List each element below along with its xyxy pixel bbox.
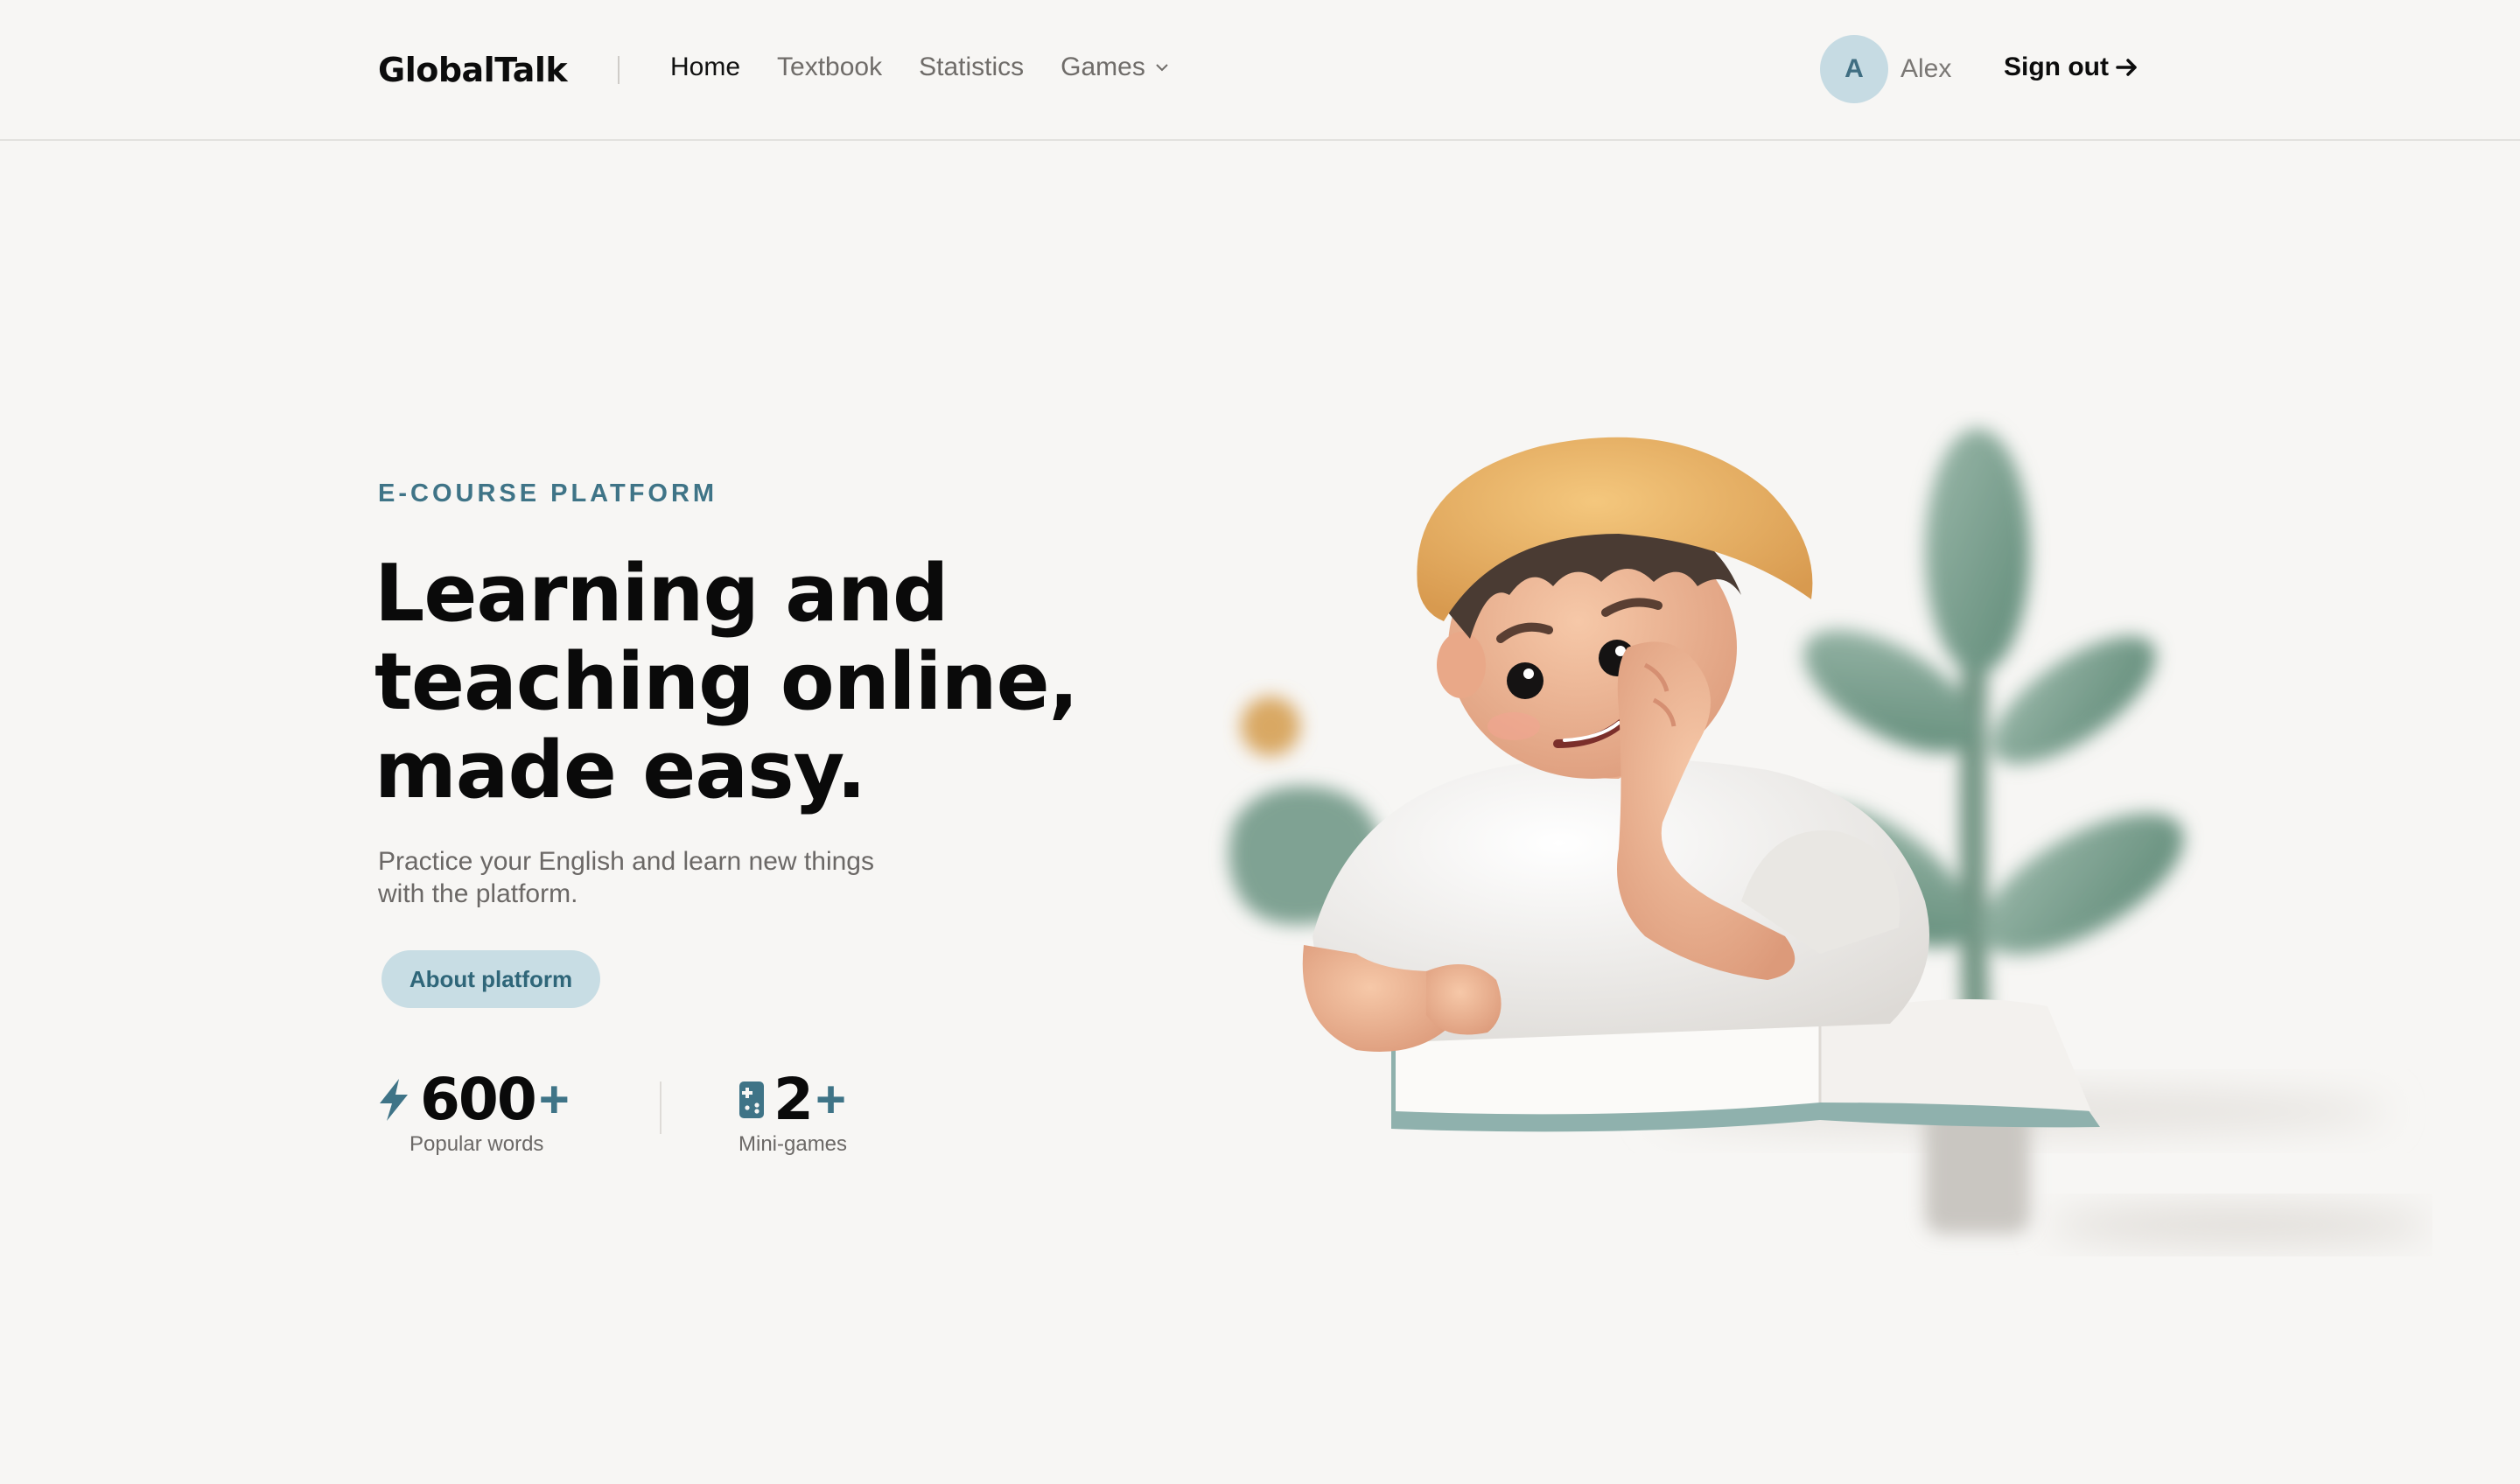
user-name: Alex [1900, 54, 1952, 83]
hero-illustration [1208, 411, 2432, 1269]
user-profile[interactable]: A Alex [1820, 35, 1951, 103]
nav-textbook[interactable]: Textbook [777, 52, 882, 82]
logo-divider [618, 56, 620, 84]
stat-suffix: + [538, 1070, 570, 1129]
stat-label: Popular words [410, 1132, 544, 1156]
page: GlobalTalk Home Textbook Statistics Game… [0, 0, 2520, 1484]
stat-divider [660, 1082, 662, 1134]
nav-home[interactable]: Home [670, 52, 740, 82]
arrow-right-icon [2116, 59, 2137, 76]
sign-out-label: Sign out [2004, 52, 2109, 81]
about-platform-button[interactable]: About platform [382, 950, 600, 1008]
stat-label: Mini-games [738, 1132, 848, 1156]
hero-headline: Learning and teaching online, made easy. [374, 550, 1162, 815]
chevron-down-icon [1156, 64, 1168, 72]
subtitle-line-2: with the platform. [378, 879, 578, 908]
nav-statistics[interactable]: Statistics [919, 52, 1024, 82]
sign-out-button[interactable]: Sign out [2004, 52, 2138, 82]
headline-line-1: Learning and [374, 548, 949, 640]
subtitle-line-1: Practice your English and learn new thin… [378, 847, 874, 876]
avatar[interactable]: A [1820, 35, 1888, 103]
nav-games-label: Games [1060, 52, 1145, 81]
stat-mini-games: 2 + Mini-games [738, 1069, 847, 1157]
eyebrow-label: E-COURSE PLATFORM [378, 480, 718, 508]
stat-popular-words: 600 + Popular words [376, 1069, 570, 1157]
lightning-icon [380, 1079, 408, 1121]
logo[interactable]: GlobalTalk [378, 51, 568, 89]
stat-value: 600 [420, 1066, 537, 1133]
headline-line-2: teaching online, [374, 636, 1079, 728]
boy-reading-illustration [1228, 429, 2432, 1241]
top-navbar: GlobalTalk Home Textbook Statistics Game… [0, 0, 2520, 141]
stat-value: 2 [774, 1066, 814, 1133]
headline-line-3: made easy. [374, 724, 866, 816]
hero-subtitle: Practice your English and learn new thin… [378, 845, 956, 910]
stat-suffix: + [815, 1070, 846, 1129]
main-nav: Home Textbook Statistics Games [670, 52, 1170, 82]
nav-games[interactable]: Games [1060, 52, 1170, 82]
gamepad-icon [739, 1082, 764, 1118]
